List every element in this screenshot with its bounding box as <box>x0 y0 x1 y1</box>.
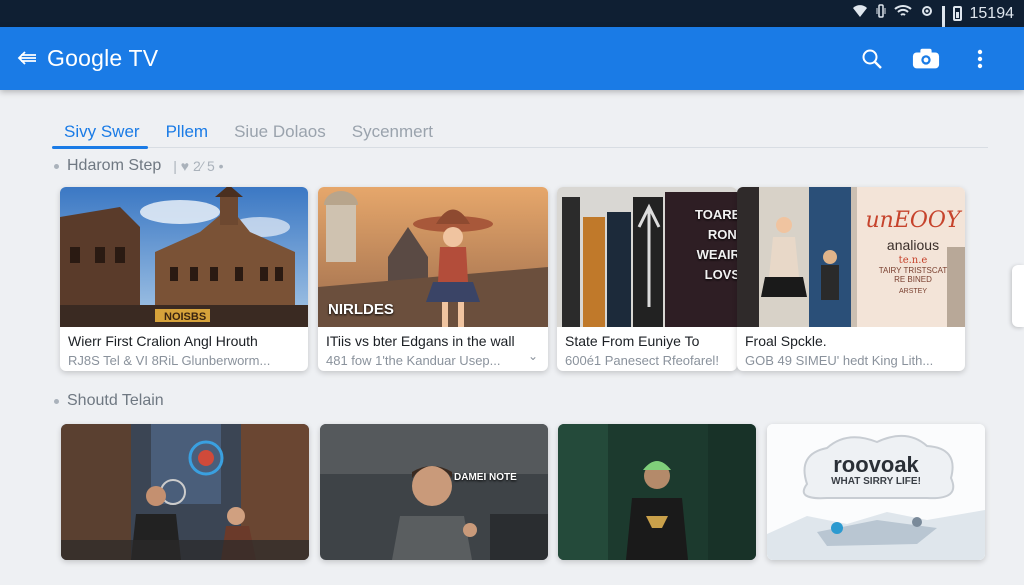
card-thumbnail: TOARED RON WEAIRY LOVS <box>557 187 737 327</box>
poster-line: RE BINED <box>894 275 932 284</box>
poster-line: TOARED <box>695 207 737 222</box>
vibrate-icon <box>876 4 886 23</box>
card-title: ITiis vs bter Edgans in the wall <box>326 333 515 349</box>
app-title: Google TV <box>47 45 159 71</box>
thumbnail-overlay-text: NOISBS <box>164 311 207 323</box>
signal-icon <box>941 5 945 56</box>
status-time: 15194 <box>969 4 1015 22</box>
settings-icon <box>920 4 934 23</box>
card-thumbnail: NOISBS <box>60 187 308 327</box>
media-card[interactable]: unEOOY analious te.n.e TAIRY TRISTSCAT R… <box>737 187 965 371</box>
status-icons: 15194 <box>852 4 1015 56</box>
search-icon[interactable] <box>858 45 886 73</box>
poster-line: TAIRY TRISTSCAT <box>878 266 948 275</box>
poster-line: WEAIRY <box>696 247 737 262</box>
status-bar: 15194 <box>0 0 1024 56</box>
card-thumbnail: unEOOY analious te.n.e TAIRY TRISTSCAT R… <box>737 187 965 327</box>
poster-text-block: unEOOY analious te.n.e TAIRY TRISTSCAT R… <box>865 208 961 296</box>
section-title: Hdarom Step <box>67 157 162 174</box>
section-heading: Hdarom Step | ♥ 2⁄ 5 • <box>54 157 224 175</box>
media-card[interactable]: roovoak WHAT SIRRY LIFE! <box>767 424 985 560</box>
wifi-icon <box>852 4 868 23</box>
section-heading: Shoutd Telain <box>54 392 164 410</box>
poster-tagline: WHAT SIRRY LIFE! <box>831 476 921 487</box>
battery-icon <box>952 6 962 21</box>
card-subtitle: 481 fow 1'the Kanduar Usep... <box>326 353 501 368</box>
app-bar: Google TV <box>0 27 1024 90</box>
more-vert-icon[interactable] <box>966 45 994 73</box>
thumbnail-overlay-text: NIRLDES <box>328 301 394 318</box>
poster-line: LOVS <box>704 267 737 282</box>
card-subtitle: GOB 49 SIMEU' hedt King Lith... <box>745 353 934 368</box>
media-card[interactable]: NOISBS Wierr First Cralion Angl Hrouth R… <box>60 187 308 371</box>
card-title: State From Euniye To <box>565 333 700 349</box>
section-meta: | ♥ 2⁄ 5 • <box>173 158 224 174</box>
card-thumbnail: roovoak WHAT SIRRY LIFE! <box>767 424 985 560</box>
card-thumbnail <box>558 424 756 560</box>
tab-sivy-swer[interactable]: Sivy Swer <box>52 118 148 149</box>
poster-line: unEOOY <box>865 208 961 233</box>
wifi-icon <box>893 4 912 23</box>
thumbnail-overlay-text: DAMEI NOTE <box>454 472 517 483</box>
chevron-down-icon[interactable]: ⌄ <box>528 349 538 363</box>
poster-line: RON <box>707 227 737 242</box>
media-card[interactable]: NIRLDES ITiis vs bter Edgans in the wall… <box>318 187 548 371</box>
card-title: Froal Spckle. <box>745 333 827 349</box>
card-thumbnail: DAMEI NOTE <box>320 424 548 560</box>
bullet-icon <box>54 163 59 169</box>
media-card[interactable]: DAMEI NOTE <box>320 424 548 560</box>
scroll-next-handle[interactable] <box>1012 265 1024 327</box>
poster-line: analious <box>886 237 940 253</box>
camera-icon[interactable] <box>912 45 940 73</box>
poster-line: te.n.e <box>898 255 928 266</box>
card-subtitle: RJ8S Tel & VI 8RiL Glunberworm... <box>68 353 271 368</box>
bullet-icon <box>54 398 59 404</box>
tab-bar: Sivy Swer Pllem Siue Dolaos Sycenmert <box>52 118 988 149</box>
tab-siue-dolaos[interactable]: Siue Dolaos <box>222 118 326 148</box>
media-card[interactable] <box>558 424 756 560</box>
card-thumbnail: NIRLDES <box>318 187 548 327</box>
back-arrow-icon[interactable] <box>14 46 40 72</box>
section-title: Shoutd Telain <box>67 392 164 409</box>
poster-title-text: TOARED RON WEAIRY LOVS <box>695 205 737 285</box>
tab-pllem[interactable]: Pllem <box>154 118 209 148</box>
poster-logo: roovoak <box>833 452 919 477</box>
tab-sycenmert[interactable]: Sycenmert <box>340 118 433 148</box>
card-subtitle: 600é1 Panesect Rfeofarel! <box>565 353 719 368</box>
poster-line: ARSTEY <box>898 288 927 295</box>
media-card[interactable] <box>61 424 309 560</box>
media-card[interactable]: TOARED RON WEAIRY LOVS State From Euniye… <box>557 187 737 371</box>
card-thumbnail <box>61 424 309 560</box>
card-title: Wierr First Cralion Angl Hrouth <box>68 333 258 349</box>
